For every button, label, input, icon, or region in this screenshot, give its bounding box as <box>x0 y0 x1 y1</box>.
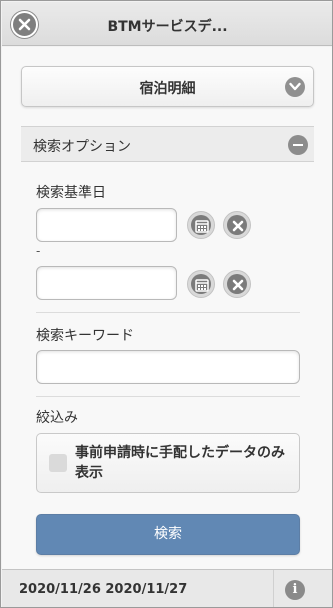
search-button[interactable]: 検索 <box>36 514 300 555</box>
divider <box>273 570 274 607</box>
date-label: 検索基準日 <box>36 185 106 201</box>
search-options-toggle[interactable]: 検索オプション <box>21 126 314 162</box>
calendar-icon[interactable] <box>187 211 215 239</box>
page-title: BTMサービスデ... <box>107 19 228 35</box>
close-icon[interactable] <box>11 11 38 38</box>
keyword-label: 検索キーワード <box>36 328 134 344</box>
calendar-icon[interactable] <box>187 270 215 298</box>
divider <box>36 312 300 313</box>
prearranged-only-label: 事前申請時に手配したデータのみ表示 <box>75 445 285 481</box>
date-to-input[interactable] <box>36 266 177 300</box>
filter-label: 絞込み <box>36 410 78 426</box>
date-range-text: 2020/11/26 2020/11/27 <box>19 582 188 597</box>
statement-type-label: 宿泊明細 <box>139 81 196 97</box>
header-bar: BTMサービスデ... <box>2 2 332 46</box>
clear-date-from-icon[interactable] <box>223 211 251 239</box>
minus-icon <box>288 135 308 155</box>
result-row[interactable]: 2020/11/26 2020/11/27 i <box>2 569 332 607</box>
content-panel: 宿泊明細 検索オプション 検索基準日 - 検索キーワード 絞込み 事前申請時に手… <box>2 47 332 569</box>
search-options-title: 検索オプション <box>33 139 131 155</box>
app-frame: BTMサービスデ... 宿泊明細 検索オプション 検索基準日 - 検索キーワード… <box>0 0 333 608</box>
clear-date-to-icon[interactable] <box>223 270 251 298</box>
prearranged-only-checkbox[interactable]: 事前申請時に手配したデータのみ表示 <box>36 433 300 493</box>
info-glyph: i <box>292 582 298 597</box>
chevron-down-icon <box>285 77 305 97</box>
checkbox-icon[interactable] <box>49 454 67 472</box>
date-from-input[interactable] <box>36 208 177 242</box>
divider <box>36 396 300 397</box>
keyword-input[interactable] <box>36 350 300 384</box>
statement-type-select[interactable]: 宿泊明細 <box>21 66 314 107</box>
info-icon[interactable]: i <box>285 580 305 600</box>
date-separator: - <box>36 244 41 258</box>
